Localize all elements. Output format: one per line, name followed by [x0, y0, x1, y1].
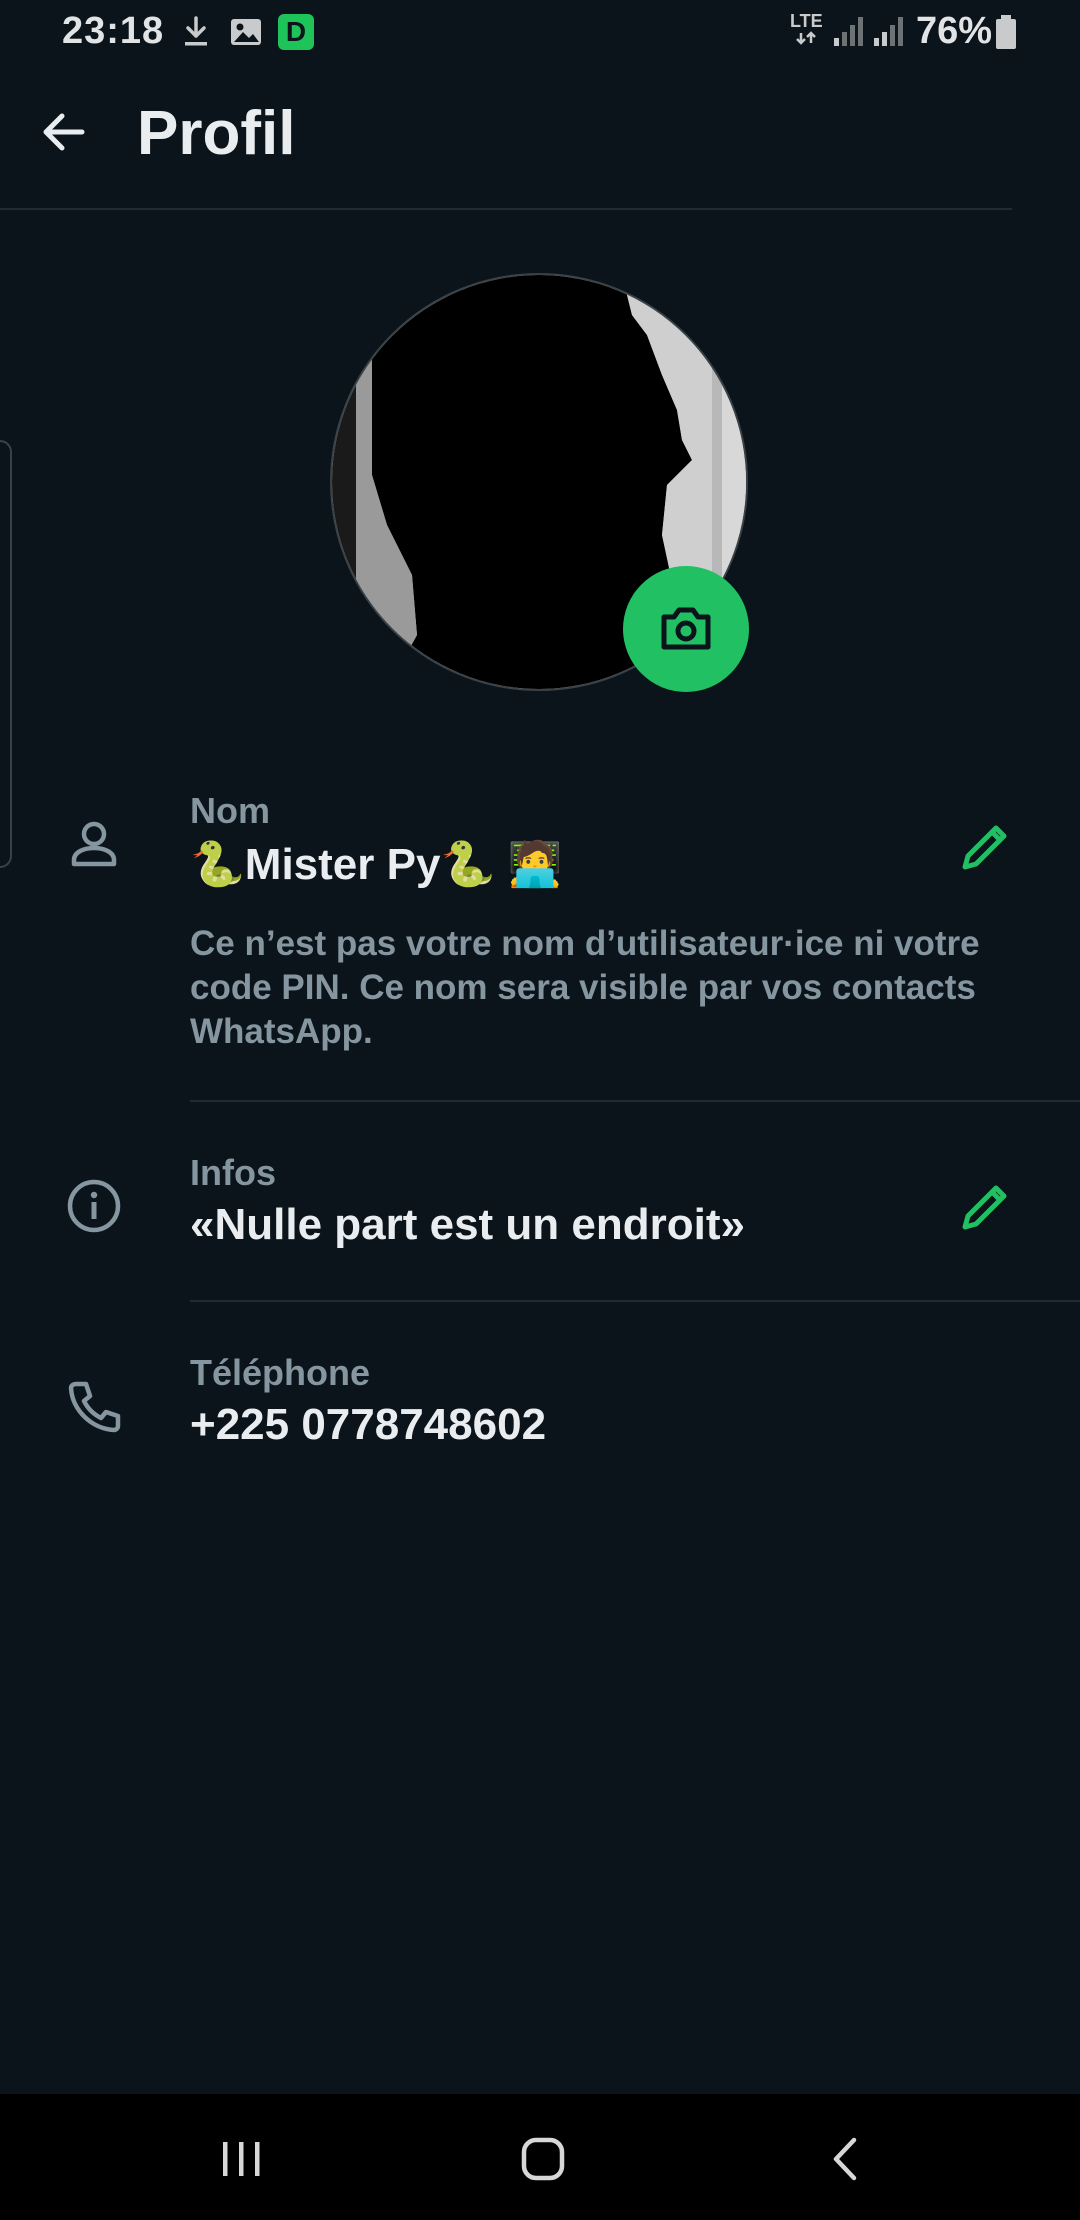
edit-name-button[interactable] [950, 812, 1020, 882]
info-row[interactable]: Infos «Nulle part est un endroit» [0, 1140, 1080, 1300]
image-icon [228, 14, 264, 55]
signal-icon [832, 12, 868, 53]
divider [190, 1100, 1080, 1102]
pencil-icon [962, 1185, 1007, 1230]
recent-apps-icon [223, 2142, 260, 2176]
back-nav-button[interactable] [810, 2124, 880, 2194]
name-text: Mister Py [244, 840, 441, 889]
info-icon [62, 1174, 126, 1238]
avatar-container [330, 273, 749, 692]
info-label: Infos [190, 1152, 276, 1193]
camera-icon [661, 607, 711, 650]
divider [190, 1300, 1080, 1302]
status-bar: 23:18 D LTE 76% [0, 0, 1080, 64]
phone-icon [62, 1374, 126, 1438]
arrow-left-icon [43, 113, 85, 151]
home-button[interactable] [508, 2124, 578, 2194]
page-title: Profil [137, 99, 296, 168]
edit-info-button[interactable] [950, 1172, 1020, 1242]
snake-emoji: 🐍 [190, 840, 245, 889]
app-d-icon: D [278, 14, 314, 50]
name-label: Nom [190, 790, 270, 831]
battery-percent: 76% [916, 10, 993, 52]
name-value: 🐍Mister Py🐍 🧑‍💻 [190, 838, 562, 890]
change-photo-button[interactable] [623, 566, 749, 692]
signal-icon-2 [872, 12, 908, 53]
phone-value: +225 0778748602 [190, 1400, 547, 1449]
snake-emoji: 🐍 [440, 840, 496, 889]
lte-indicator: LTE [790, 12, 823, 48]
phone-row[interactable]: Téléphone +225 0778748602 [0, 1340, 1080, 1480]
info-value: «Nulle part est un endroit» [190, 1200, 745, 1249]
download-icon [180, 14, 212, 55]
system-nav-bar [0, 2094, 1080, 2220]
home-icon [521, 2137, 565, 2181]
name-description: Ce n’est pas votre nom d’utilisateur·ice… [190, 924, 980, 1051]
app-header: Profil [0, 64, 1012, 210]
name-row[interactable]: Nom 🐍Mister Py🐍 🧑‍💻 Ce n’est pas votre n… [0, 780, 1080, 1100]
person-icon [62, 812, 126, 876]
status-time: 23:18 [62, 10, 165, 52]
back-icon [833, 2137, 857, 2181]
recent-apps-button[interactable] [206, 2124, 276, 2194]
technologist-emoji: 🧑‍💻 [507, 840, 563, 889]
profile-screen: 23:18 D LTE 76% Profil Nom 🐍Mister Py🐍 🧑… [0, 0, 1080, 2220]
phone-label: Téléphone [190, 1352, 371, 1393]
battery-icon [994, 14, 1018, 55]
back-button[interactable] [34, 102, 94, 162]
pencil-icon [962, 825, 1007, 870]
